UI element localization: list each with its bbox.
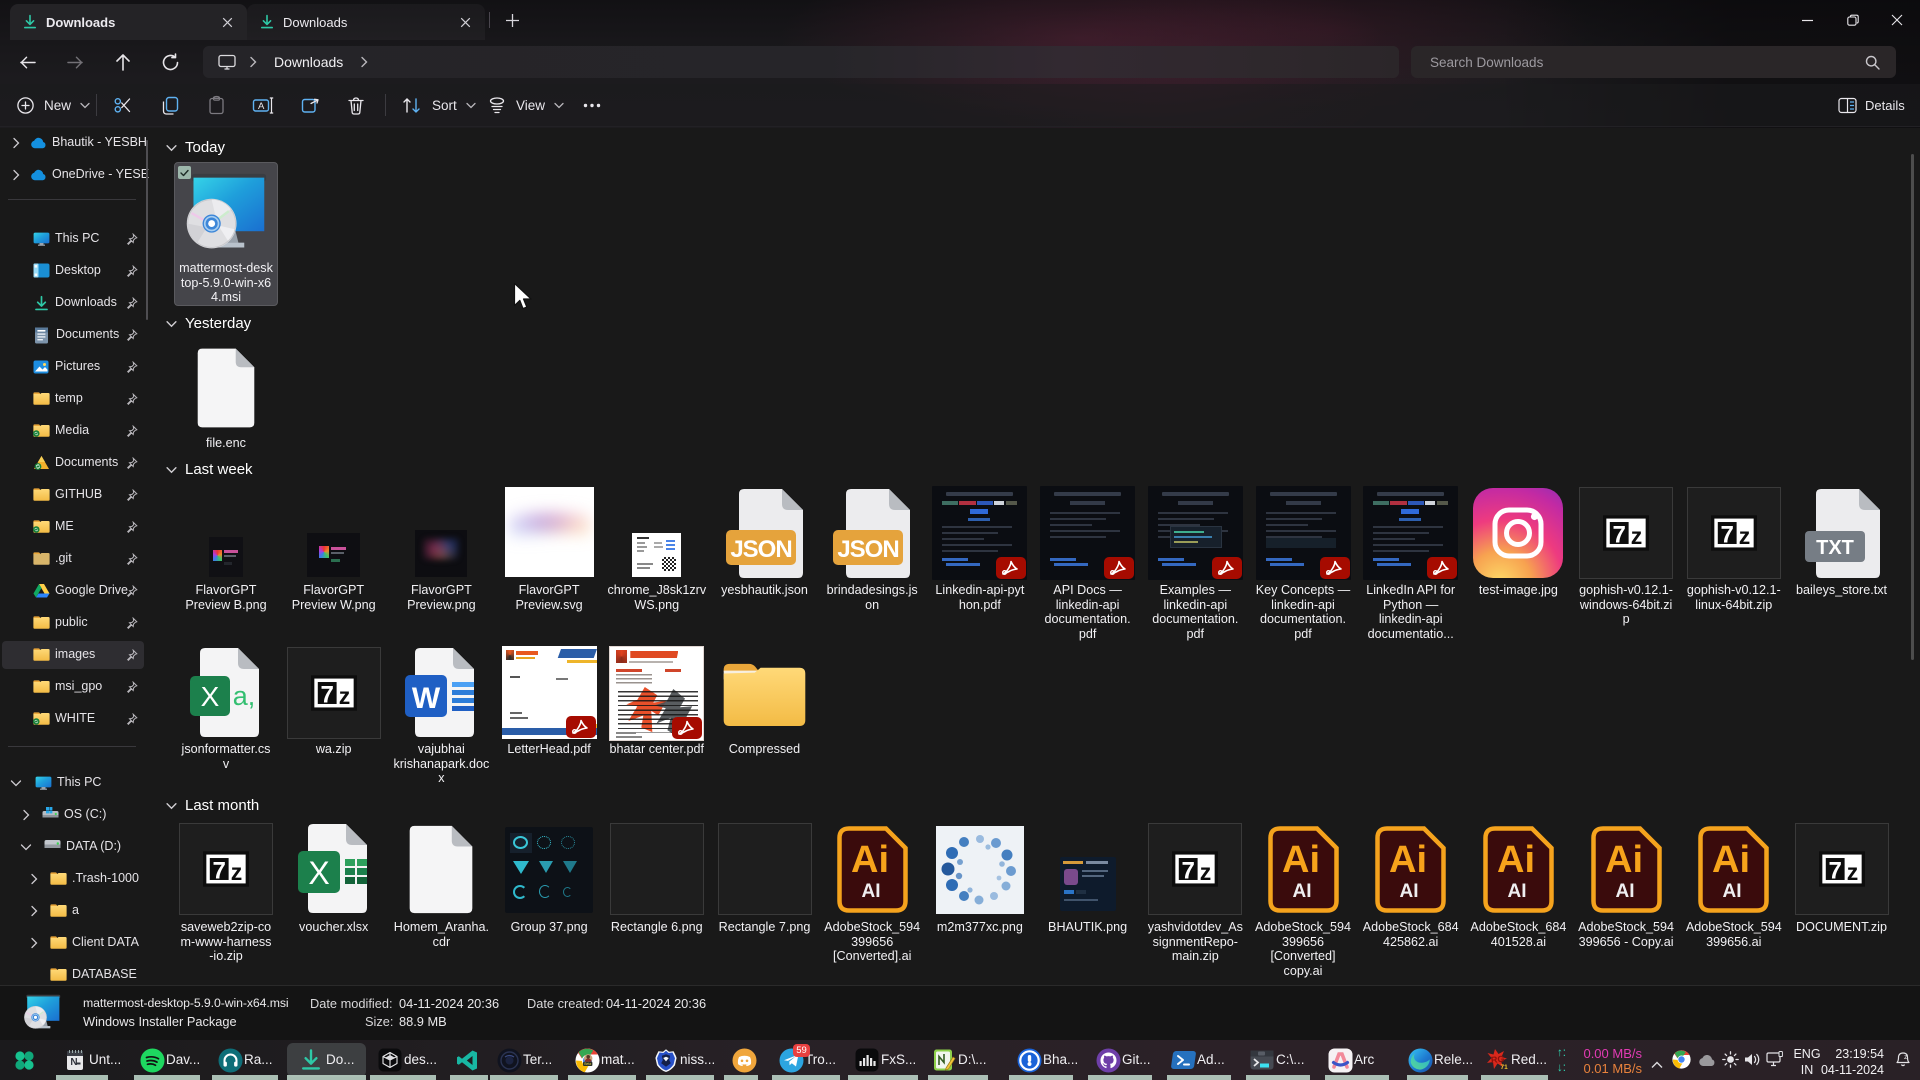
svg-text:A: A: [258, 101, 265, 112]
svg-text:Beta: Beta: [584, 1062, 591, 1066]
svg-text:z: z: [1904, 1054, 1908, 1061]
svg-text:71: 71: [1501, 1064, 1509, 1071]
